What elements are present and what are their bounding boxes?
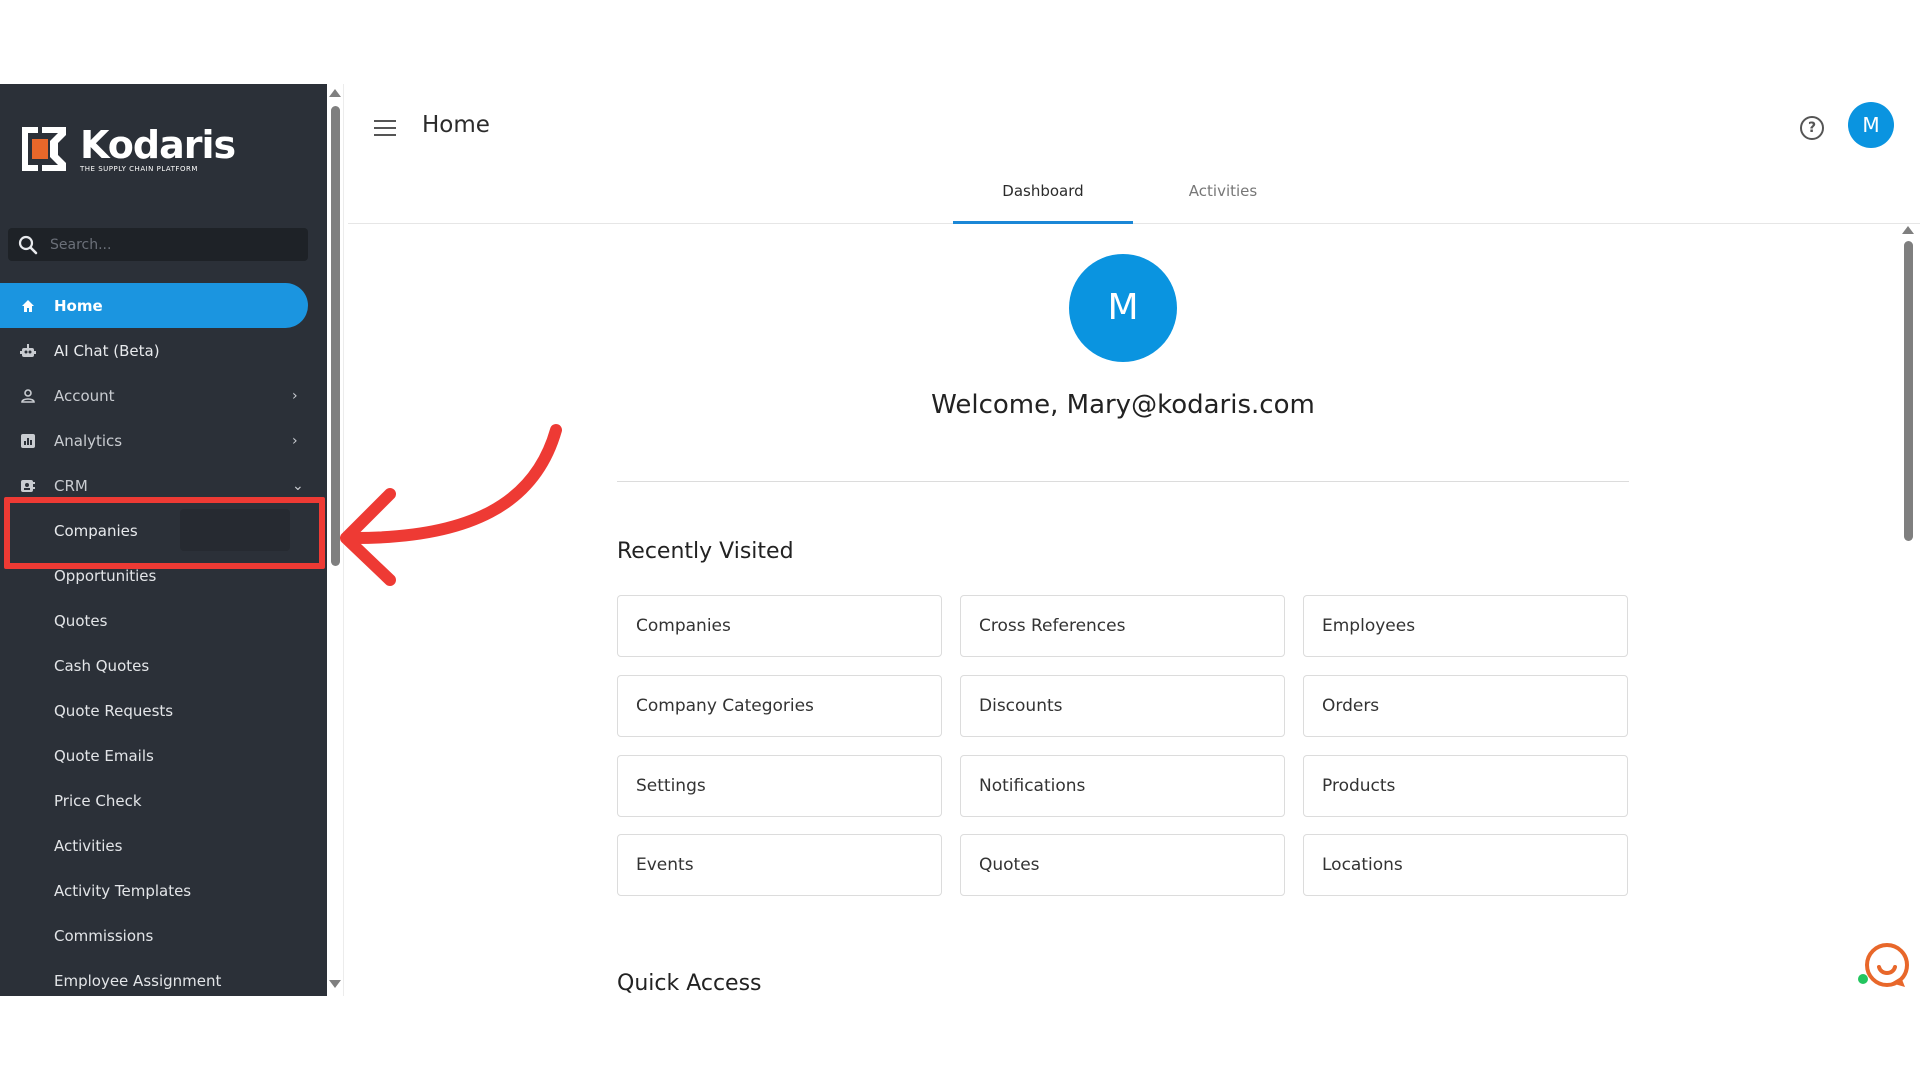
search-input[interactable] xyxy=(50,236,290,253)
sidebar-search[interactable] xyxy=(8,228,308,261)
brand-tagline: THE SUPPLY CHAIN PLATFORM xyxy=(80,165,198,173)
robot-icon xyxy=(20,343,36,359)
app-window: Kodaris THE SUPPLY CHAIN PLATFORM Home xyxy=(0,84,1920,996)
recent-link-companies[interactable]: Companies xyxy=(617,595,942,657)
sidebar-item-label: Cash Quotes xyxy=(54,656,150,675)
recent-link-events[interactable]: Events xyxy=(617,834,942,896)
sidebar-item-quote-requests[interactable]: Quote Requests xyxy=(0,688,327,733)
recent-link-company-categories[interactable]: Company Categories xyxy=(617,675,942,737)
sidebar-item-label: Account xyxy=(54,386,115,405)
sidebar: Kodaris THE SUPPLY CHAIN PLATFORM Home xyxy=(0,84,327,996)
person-icon xyxy=(20,388,36,404)
sidebar-item-quotes[interactable]: Quotes xyxy=(0,598,327,643)
chart-icon xyxy=(20,433,36,449)
recent-link-cross-references[interactable]: Cross References xyxy=(960,595,1285,657)
sidebar-item-commissions[interactable]: Commissions xyxy=(0,913,327,958)
scroll-down-arrow-icon[interactable] xyxy=(329,980,341,988)
profile-avatar: M xyxy=(1069,254,1177,362)
sidebar-item-label: Commissions xyxy=(54,926,154,945)
recent-link-products[interactable]: Products xyxy=(1303,755,1628,817)
recently-visited-title: Recently Visited xyxy=(617,539,794,564)
sidebar-item-label: Home xyxy=(54,296,103,315)
recent-link-settings[interactable]: Settings xyxy=(617,755,942,817)
recent-link-quotes[interactable]: Quotes xyxy=(960,834,1285,896)
sidebar-item-label: Quote Emails xyxy=(54,746,154,765)
recent-link-discounts[interactable]: Discounts xyxy=(960,675,1285,737)
top-header: Home ? M Dashboard Activities xyxy=(348,84,1920,224)
recent-link-locations[interactable]: Locations xyxy=(1303,834,1628,896)
main-scroll-up-icon[interactable] xyxy=(1902,226,1914,234)
sidebar-item-label: Activities xyxy=(54,836,123,855)
brand-logo[interactable]: Kodaris THE SUPPLY CHAIN PLATFORM xyxy=(18,123,236,175)
sidebar-item-label: Opportunities xyxy=(54,566,157,585)
sidebar-item-analytics[interactable]: Analytics › xyxy=(0,418,327,463)
sidebar-item-price-check[interactable]: Price Check xyxy=(0,778,327,823)
tab-activities[interactable]: Activities xyxy=(1133,172,1313,224)
chevron-right-icon: › xyxy=(292,387,298,404)
sidebar-item-label: CRM xyxy=(54,476,88,495)
welcome-message: Welcome, Mary@kodaris.com xyxy=(931,390,1315,420)
main-scroll-thumb[interactable] xyxy=(1904,241,1913,541)
search-icon xyxy=(18,235,38,254)
chevron-right-icon: › xyxy=(292,432,298,449)
sidebar-item-cash-quotes[interactable]: Cash Quotes xyxy=(0,643,327,688)
sidebar-item-activities[interactable]: Activities xyxy=(0,823,327,868)
scroll-up-arrow-icon[interactable] xyxy=(329,89,341,97)
sidebar-item-home[interactable]: Home xyxy=(0,283,308,328)
sidebar-item-activity-templates[interactable]: Activity Templates xyxy=(0,868,327,913)
brand-name: Kodaris xyxy=(80,123,236,167)
sidebar-item-label: Price Check xyxy=(54,791,142,810)
recent-link-employees[interactable]: Employees xyxy=(1303,595,1628,657)
sidebar-item-account[interactable]: Account › xyxy=(0,373,327,418)
sidebar-item-label: Employee Assignment xyxy=(54,971,222,990)
home-icon xyxy=(20,298,36,314)
sidebar-item-label: AI Chat (Beta) xyxy=(54,341,160,360)
menu-icon[interactable] xyxy=(374,120,396,136)
tab-bar: Dashboard Activities xyxy=(953,172,1313,224)
divider xyxy=(617,481,1629,482)
kodaris-logo-icon xyxy=(22,127,66,171)
dashboard-content: M Welcome, Mary@kodaris.com Recently Vis… xyxy=(348,225,1908,996)
chat-support-icon[interactable] xyxy=(1857,939,1909,991)
sidebar-item-label: Quote Requests xyxy=(54,701,174,720)
help-icon[interactable]: ? xyxy=(1800,116,1824,140)
sidebar-item-label: Activity Templates xyxy=(54,881,192,900)
user-avatar[interactable]: M xyxy=(1848,102,1894,148)
chevron-down-icon: ⌄ xyxy=(292,477,304,494)
quick-access-title: Quick Access xyxy=(617,971,762,996)
recent-link-orders[interactable]: Orders xyxy=(1303,675,1628,737)
sidebar-item-employee-assignment[interactable]: Employee Assignment xyxy=(0,958,327,996)
page-title: Home xyxy=(422,112,490,138)
sidebar-item-ai-chat[interactable]: AI Chat (Beta) xyxy=(0,328,327,373)
tab-dashboard[interactable]: Dashboard xyxy=(953,172,1133,224)
sidebar-nav: Home AI Chat (Beta) Account › Analytics xyxy=(0,283,327,996)
crm-icon xyxy=(20,478,36,494)
recent-link-notifications[interactable]: Notifications xyxy=(960,755,1285,817)
companies-highlight-box xyxy=(4,497,325,569)
sidebar-item-quote-emails[interactable]: Quote Emails xyxy=(0,733,327,778)
sidebar-item-label: Quotes xyxy=(54,611,108,630)
sidebar-item-label: Analytics xyxy=(54,431,123,450)
